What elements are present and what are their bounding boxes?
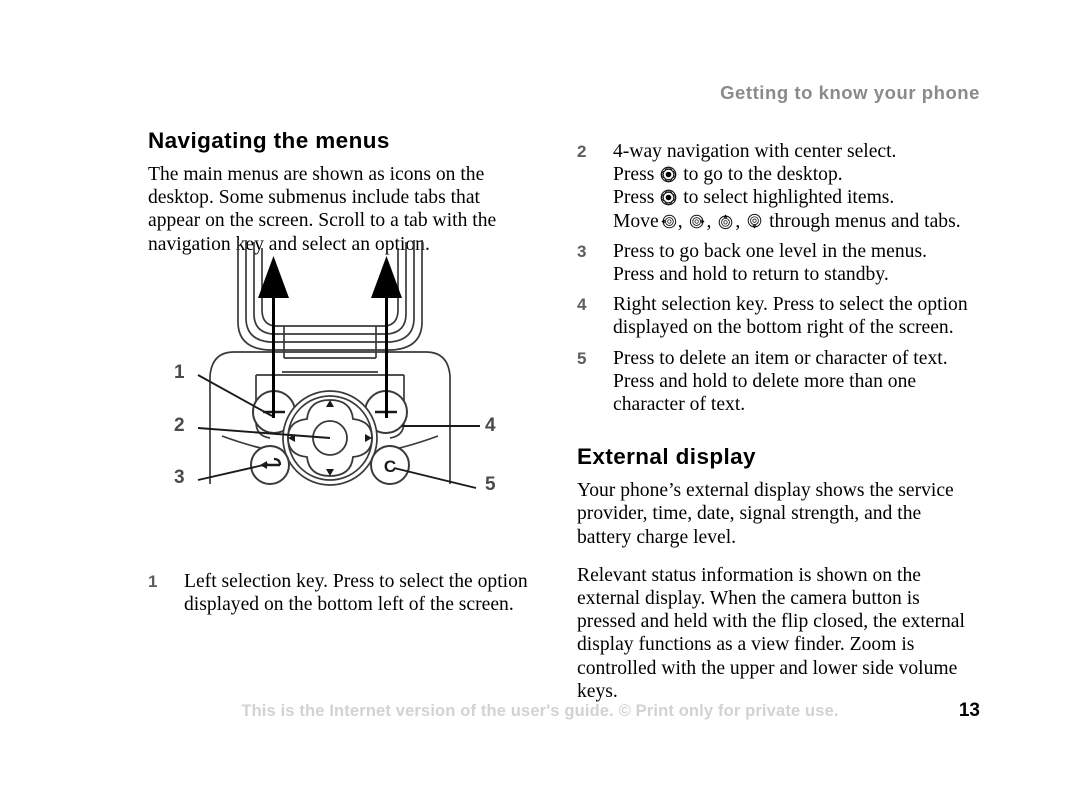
- press-label-suffix: to select highlighted items.: [683, 187, 895, 209]
- list-item: 5 Press to delete an item or character o…: [577, 347, 969, 417]
- press-label-suffix: to go to the desktop.: [683, 164, 843, 186]
- list-item-number: 3: [577, 241, 587, 261]
- right-numbered-list: 2 4-way navigation with center select. P…: [577, 140, 969, 416]
- list-item: 1 Left selection key. Press to select th…: [148, 570, 538, 616]
- list-item-line: Move , , , through menus and tabs.: [613, 210, 969, 233]
- navigation-key-down-icon: [746, 213, 763, 230]
- svg-text:C: C: [384, 457, 396, 476]
- phone-diagram: C 1 2 3 4 5: [150, 240, 510, 550]
- section-title-external-display: External display: [577, 444, 756, 470]
- comma: ,: [677, 210, 683, 232]
- callout-number-2: 2: [174, 415, 185, 436]
- list-item-number: 1: [148, 572, 158, 591]
- list-item-line: displayed on the bottom left of the scre…: [184, 594, 514, 616]
- callout-number-1: 1: [174, 362, 185, 383]
- running-header: Getting to know your phone: [720, 82, 980, 103]
- list-item-line: Press to go back one level in the menus.: [613, 240, 927, 262]
- list-item: 3 Press to go back one level in the menu…: [577, 240, 969, 286]
- footer-note: This is the Internet version of the user…: [241, 702, 839, 720]
- external-display-paragraph-2: Relevant status information is shown on …: [577, 564, 969, 703]
- list-item-line: Press and hold to delete more than one: [613, 370, 917, 392]
- list-item-line: Press to delete an item or character of …: [613, 347, 948, 369]
- list-item-line: Press to select highlighted items.: [613, 186, 969, 209]
- press-label: Press: [613, 187, 655, 209]
- comma: ,: [735, 210, 741, 232]
- list-item-number: 4: [577, 295, 587, 315]
- list-item-number: 5: [577, 348, 587, 368]
- list-item-line: character of text.: [613, 394, 746, 416]
- move-label-suffix: through menus and tabs.: [769, 210, 961, 232]
- callout-number-4: 4: [485, 415, 496, 436]
- navigation-key-right-icon: [689, 213, 706, 230]
- right-column: 2 4-way navigation with center select. P…: [577, 140, 969, 703]
- move-label: Move: [613, 210, 659, 232]
- list-item-line: 4-way navigation with center select.: [613, 141, 897, 162]
- external-display-paragraph-1: Your phone’s external display shows the …: [577, 479, 969, 549]
- list-item: 2 4-way navigation with center select. P…: [577, 140, 969, 233]
- back-key-shape: [250, 445, 290, 485]
- list-item: 4 Right selection key. Press to select t…: [577, 293, 969, 339]
- navigation-key-center-icon: [660, 189, 677, 206]
- page-title: Navigating the menus: [148, 128, 390, 153]
- callout-number-5: 5: [485, 474, 496, 495]
- navigation-key-center-icon: [660, 166, 677, 183]
- list-item-line: Right selection key. Press to select the…: [613, 294, 968, 316]
- list-item-number: 2: [577, 142, 587, 161]
- paragraph-line: charge level.: [636, 526, 737, 548]
- guide-page: Getting to know your phone Navigating th…: [0, 0, 1080, 803]
- paragraph-line: provider, time, date, signal strength, a…: [577, 503, 922, 548]
- list-item-line: Press and hold to return to standby.: [613, 264, 889, 286]
- list-item-line: Press to go to the desktop.: [613, 163, 969, 186]
- clear-key-shape: C: [370, 445, 410, 485]
- page-number: 13: [958, 700, 980, 721]
- navigation-key-up-icon: [717, 213, 734, 230]
- left-column: Navigating the menus The main menus are …: [148, 128, 526, 256]
- navigation-key-left-icon: [660, 213, 677, 230]
- callout-number-3: 3: [174, 467, 185, 488]
- paragraph-line: Your phone’s external display shows the …: [577, 480, 954, 502]
- list-item-line: displayed on the bottom right of the scr…: [613, 317, 954, 339]
- press-label: Press: [613, 164, 655, 186]
- comma: ,: [706, 210, 712, 232]
- left-numbered-list: 1 Left selection key. Press to select th…: [148, 570, 538, 623]
- list-item-line: Left selection key. Press to select the …: [184, 571, 528, 592]
